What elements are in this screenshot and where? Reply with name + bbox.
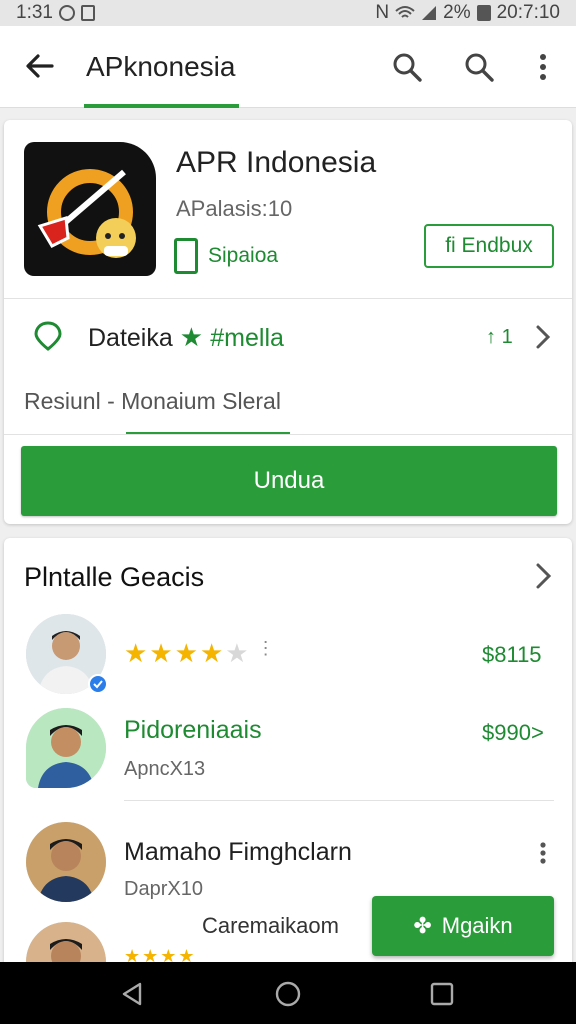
alarm-icon	[58, 5, 75, 21]
star-icon: ★	[225, 638, 249, 668]
status-clock: 20:7:10	[496, 2, 560, 23]
battery-text: 2%	[443, 2, 471, 23]
nav-back-icon[interactable]	[118, 980, 146, 1008]
notification-icon	[80, 5, 95, 21]
tab-indicator	[84, 104, 239, 108]
app-name: APR Indonesia	[176, 146, 377, 179]
reviewer-subtitle: DaprX10	[124, 878, 203, 900]
divider	[124, 800, 554, 801]
star-icon: ★	[179, 322, 211, 352]
subtitle-indicator	[126, 432, 290, 434]
avatar[interactable]	[26, 822, 106, 902]
battery-icon	[476, 5, 491, 21]
app-info-card: APR Indonesia APalasis:10 Sipaioa fi End…	[4, 120, 572, 524]
back-arrow-icon[interactable]	[22, 48, 58, 84]
star-icon: ★	[124, 638, 148, 668]
fab-label: Mgaikn	[441, 913, 513, 938]
star-icon: ★	[149, 638, 173, 668]
system-nav-bar	[0, 962, 576, 1024]
avatar[interactable]	[26, 708, 106, 788]
app-bar: APknonesia	[0, 26, 576, 108]
chevron-right-icon[interactable]	[532, 562, 554, 590]
app-developer: APalasis:10	[176, 196, 293, 221]
phone-icon	[174, 238, 198, 274]
verified-badge-icon	[88, 674, 108, 694]
rating-label: Dateika ★ #mella	[88, 322, 284, 352]
rating-count: ↑ 1	[486, 326, 513, 348]
section-title: Plntalle Geacis	[24, 562, 205, 592]
star-icon: ★	[199, 638, 224, 668]
caption-text: Caremaikaom	[202, 913, 339, 938]
app-logo	[24, 142, 156, 276]
reviewer-name: Pidoreniaais	[124, 716, 262, 744]
divider	[4, 434, 572, 435]
nav-recents-icon[interactable]	[428, 980, 456, 1008]
search-icon[interactable]	[390, 50, 424, 84]
divider	[4, 298, 572, 299]
more-options-icon[interactable]	[538, 840, 548, 866]
floating-action-button[interactable]: ✤ Mgaikn	[372, 896, 554, 956]
outline-action-button[interactable]: fi Endbux	[424, 224, 554, 268]
review-price: $990>	[482, 720, 544, 745]
nav-home-icon[interactable]	[274, 980, 302, 1008]
reviewer-subtitle: ApncX13	[124, 758, 206, 780]
overflow-menu-icon[interactable]	[528, 50, 558, 84]
sparkle-icon: ✤	[413, 913, 432, 938]
location-pin-icon	[34, 321, 62, 351]
network-icon: N	[375, 2, 390, 23]
thumb-icon: ↑	[486, 326, 496, 348]
app-bar-title: APknonesia	[86, 51, 236, 82]
app-tag: Sipaioa	[174, 238, 278, 274]
review-price: $8115	[482, 642, 542, 667]
search-icon-secondary[interactable]	[462, 50, 496, 84]
wifi-icon	[395, 6, 415, 18]
rating-row[interactable]: Dateika ★ #mella ↑ 1	[4, 312, 572, 372]
app-subtitle: Resiunl - Monaium Sleral	[24, 388, 281, 414]
signal-icon	[422, 6, 437, 20]
install-button[interactable]: Undua	[21, 446, 557, 516]
status-time: 1:31	[16, 2, 53, 23]
status-bar: 1:31 N 2% 20:7:10	[0, 0, 576, 26]
reviewer-name: Mamaho Fimghclarn	[124, 838, 352, 866]
chevron-right-icon	[536, 325, 551, 349]
app-tag-label: Sipaioa	[208, 244, 279, 267]
star-rating: ★ ★ ★ ★ ★ ⋮	[124, 638, 275, 668]
star-icon: ★	[174, 638, 198, 668]
